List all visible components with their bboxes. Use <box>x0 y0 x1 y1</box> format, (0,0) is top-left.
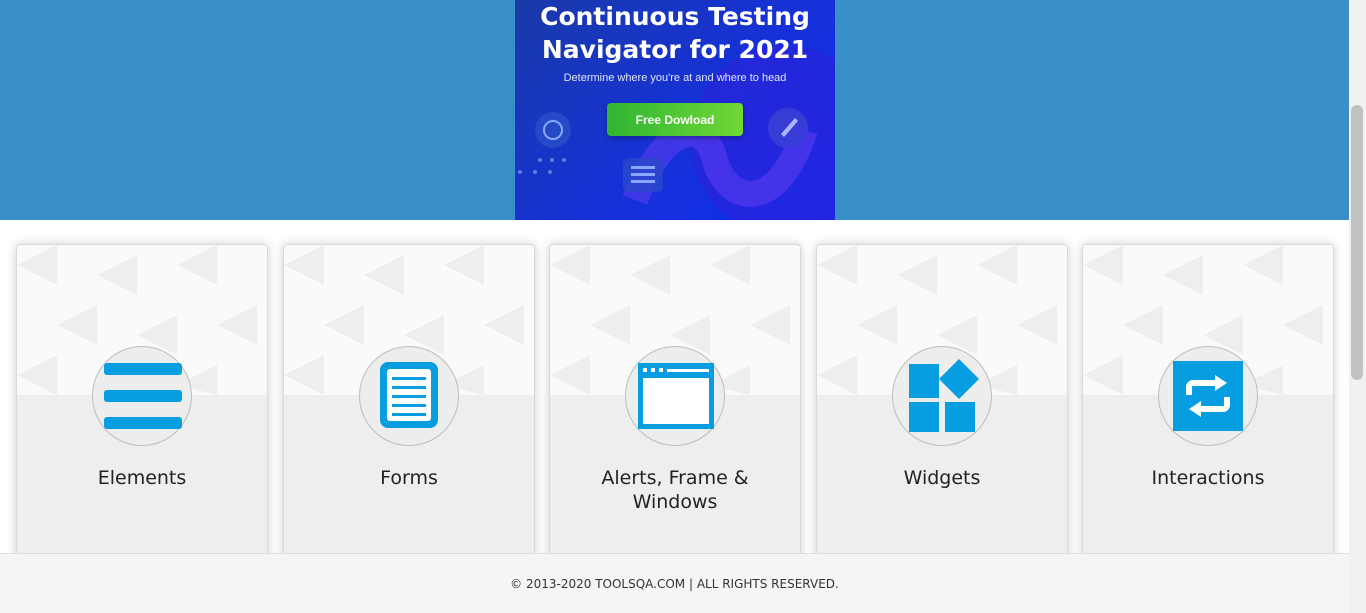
scrollbar-thumb[interactable] <box>1351 105 1363 380</box>
banner-title-line2: Navigator for 2021 <box>541 35 809 64</box>
swap-arrows-icon <box>1173 361 1243 431</box>
card-icon-circle <box>1158 346 1258 446</box>
card-title: Interactions <box>1151 467 1265 489</box>
card-icon-circle <box>892 346 992 446</box>
form-document-icon <box>380 362 438 428</box>
card-alerts-frame-windows[interactable]: Alerts, Frame & Windows <box>549 244 801 576</box>
card-widgets[interactable]: Widgets <box>816 244 1068 576</box>
free-download-button[interactable]: Free Dowload <box>607 103 743 136</box>
copyright-text: © 2013-2020 TOOLSQA.COM | ALL RIGHTS RES… <box>510 577 839 591</box>
card-icon-circle <box>92 346 192 446</box>
browser-window-icon <box>638 363 714 429</box>
card-title: Forms <box>380 467 438 489</box>
card-icon-circle <box>625 346 725 446</box>
card-interactions[interactable]: Interactions <box>1082 244 1334 576</box>
banner-subtitle: Determine where you're at and where to h… <box>563 72 787 84</box>
category-cards: Elements Forms Alerts, Frame & Windows W… <box>16 244 1336 576</box>
widgets-blocks-icon <box>909 359 979 432</box>
ad-banner[interactable]: Continuous Testing Navigator for 2021 De… <box>515 0 835 220</box>
footer: © 2013-2020 TOOLSQA.COM | ALL RIGHTS RES… <box>0 553 1349 613</box>
hamburger-list-icon <box>104 363 182 429</box>
page: Continuous Testing Navigator for 2021 De… <box>0 0 1366 613</box>
vertical-scrollbar[interactable] <box>1349 0 1366 613</box>
banner-title-line1: Continuous Testing <box>540 2 810 31</box>
card-icon-circle <box>359 346 459 446</box>
card-title: Alerts, Frame & Windows <box>601 467 749 513</box>
card-elements[interactable]: Elements <box>16 244 268 576</box>
card-forms[interactable]: Forms <box>283 244 535 576</box>
header: Continuous Testing Navigator for 2021 De… <box>0 0 1349 220</box>
banner-title: Continuous Testing Navigator for 2021 <box>515 0 835 66</box>
card-title: Widgets <box>903 467 981 489</box>
card-title: Elements <box>97 467 187 489</box>
